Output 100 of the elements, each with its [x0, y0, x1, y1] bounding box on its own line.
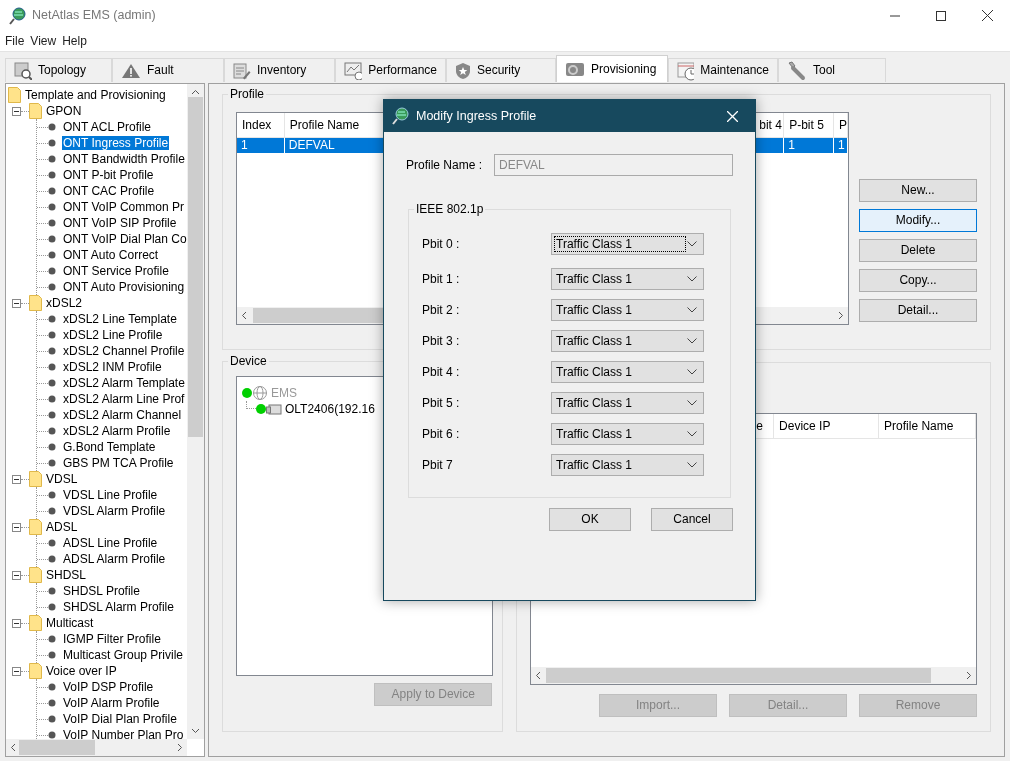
dropdown[interactable]: Traffic Class 1 — [551, 423, 704, 445]
tab[interactable]: Provisioning — [556, 55, 668, 82]
tab[interactable]: Inventory — [224, 58, 335, 82]
vertical-scrollbar[interactable] — [187, 84, 204, 739]
chevron-down-icon[interactable] — [191, 728, 200, 734]
tree-item[interactable]: SHDSL — [46, 567, 86, 583]
tree-item[interactable]: xDSL2 Line Profile — [63, 327, 163, 343]
collapse-icon[interactable] — [12, 474, 21, 484]
button[interactable]: Cancel — [651, 508, 733, 531]
chevron-right-icon[interactable] — [966, 671, 972, 680]
dropdown[interactable]: Traffic Class 1 — [551, 268, 704, 290]
tree-item[interactable]: VDSL Line Profile — [63, 487, 158, 503]
button[interactable]: Detail... — [859, 299, 977, 322]
bullet-icon — [48, 315, 56, 323]
tree-item[interactable]: GBS PM TCA Profile — [63, 455, 174, 471]
button[interactable]: Delete — [859, 239, 977, 262]
tree-item[interactable]: Voice over IP — [46, 663, 117, 679]
button[interactable]: Copy... — [859, 269, 977, 292]
tree-item[interactable]: VDSL — [46, 471, 78, 487]
tree-item[interactable]: G.Bond Template — [63, 439, 156, 455]
bullet-icon — [48, 491, 56, 499]
column-header[interactable]: P-bit 5 — [784, 113, 835, 137]
field-label: Pbit 1 : — [421, 271, 461, 287]
column-header[interactable]: Profile Name — [879, 414, 976, 438]
tree-item[interactable]: ONT P-bit Profile — [63, 167, 154, 183]
tree-item[interactable]: SHDSL Alarm Profile — [63, 599, 174, 615]
chevron-down-icon — [687, 400, 697, 406]
tree-item[interactable]: ONT VoIP Dial Plan Co — [63, 231, 187, 247]
dropdown[interactable]: Traffic Class 1 — [551, 392, 704, 414]
collapse-icon[interactable] — [12, 298, 21, 308]
tab[interactable]: Security — [446, 58, 556, 82]
tree-item[interactable]: xDSL2 Channel Profile — [63, 343, 185, 359]
tree-item[interactable]: ONT CAC Profile — [63, 183, 155, 199]
tree-item[interactable]: xDSL2 INM Profile — [63, 359, 162, 375]
tree-item[interactable]: VoIP Alarm Profile — [63, 695, 160, 711]
chevron-right-icon[interactable] — [838, 311, 844, 320]
tree-item[interactable]: ONT Service Profile — [63, 263, 169, 279]
tree-item[interactable]: Multicast — [46, 615, 94, 631]
chevron-left-icon[interactable] — [241, 311, 247, 320]
tree-item[interactable]: ONT Bandwidth Profile — [63, 151, 185, 167]
tree-item[interactable]: xDSL2 — [46, 295, 83, 311]
collapse-icon[interactable] — [12, 522, 21, 532]
tree-item[interactable]: VoIP Dial Plan Profile — [63, 711, 177, 727]
dropdown[interactable]: Traffic Class 1 — [551, 233, 704, 255]
tree-item[interactable]: VoIP DSP Profile — [63, 679, 154, 695]
tree-item[interactable]: xDSL2 Alarm Profile — [63, 423, 171, 439]
tree-item[interactable]: ADSL Line Profile — [63, 535, 158, 551]
collapse-icon[interactable] — [12, 618, 21, 628]
tree-item[interactable]: GPON — [46, 103, 82, 119]
tree-item[interactable]: ONT VoIP SIP Profile — [63, 215, 177, 231]
dropdown[interactable]: Traffic Class 1 — [551, 454, 704, 476]
button[interactable]: OK — [549, 508, 631, 531]
tab[interactable]: Topology — [5, 58, 112, 82]
button[interactable]: New... — [859, 179, 977, 202]
tree-item[interactable]: ADSL — [46, 519, 78, 535]
tree-item[interactable]: Multicast Group Privile — [63, 647, 184, 663]
tree-item[interactable]: SHDSL Profile — [63, 583, 140, 599]
tree-item[interactable]: ONT Auto Correct — [63, 247, 159, 263]
chevron-right-icon[interactable] — [177, 743, 183, 752]
menu-item[interactable]: Help — [59, 33, 90, 49]
bullet-icon — [48, 379, 56, 387]
tree-item[interactable]: Template and Provisioning — [25, 87, 166, 103]
tab[interactable]: Fault — [112, 58, 224, 82]
field-label: Pbit 0 : — [421, 236, 461, 252]
tree-item[interactable]: IGMP Filter Profile — [63, 631, 161, 647]
tree-item[interactable]: ADSL Alarm Profile — [63, 551, 166, 567]
chevron-up-icon[interactable] — [191, 89, 200, 95]
tab[interactable]: Performance — [335, 58, 446, 82]
dropdown[interactable]: Traffic Class 1 — [551, 361, 704, 383]
tree-item[interactable]: OLT2406(192.16 — [285, 401, 375, 417]
tree-item[interactable]: xDSL2 Line Template — [63, 311, 177, 327]
tree-item[interactable]: VDSL Alarm Profile — [63, 503, 166, 519]
button[interactable]: Modify... — [859, 209, 977, 232]
tab[interactable]: Tool — [778, 58, 886, 82]
bullet-icon — [48, 187, 56, 195]
chevron-left-icon[interactable] — [535, 671, 542, 680]
tab[interactable]: Maintenance — [668, 58, 778, 82]
tree-item[interactable]: ONT VoIP Common Pr — [63, 199, 184, 215]
tree-item[interactable]: ONT Ingress Profile — [62, 135, 170, 151]
column-header[interactable]: Device IP — [774, 414, 880, 438]
menu-item[interactable]: File — [2, 33, 28, 49]
column-header[interactable]: P — [834, 113, 848, 137]
tree-item[interactable]: xDSL2 Alarm Template — [63, 375, 185, 391]
tree-item[interactable]: ONT ACL Profile — [63, 119, 152, 135]
horizontal-scrollbar[interactable] — [531, 667, 976, 684]
tree-item[interactable]: VoIP Number Plan Pro — [63, 727, 184, 739]
dropdown[interactable]: Traffic Class 1 — [551, 330, 704, 352]
menu-item[interactable]: View — [27, 33, 60, 49]
collapse-icon[interactable] — [12, 666, 21, 676]
tree-item[interactable]: xDSL2 Alarm Channel — [63, 407, 182, 423]
dropdown[interactable]: Traffic Class 1 — [551, 299, 704, 321]
horizontal-scrollbar[interactable] — [6, 739, 187, 756]
chevron-left-icon[interactable] — [10, 743, 16, 752]
tree-item[interactable]: ONT Auto Provisioning — [63, 279, 185, 295]
tree-item[interactable]: xDSL2 Alarm Line Prof — [63, 391, 185, 407]
collapse-icon[interactable] — [12, 570, 21, 580]
field-label: Pbit 2 : — [421, 302, 461, 318]
collapse-icon[interactable] — [12, 106, 21, 116]
bullet-icon — [48, 267, 56, 275]
column-header[interactable]: Index — [237, 113, 285, 137]
